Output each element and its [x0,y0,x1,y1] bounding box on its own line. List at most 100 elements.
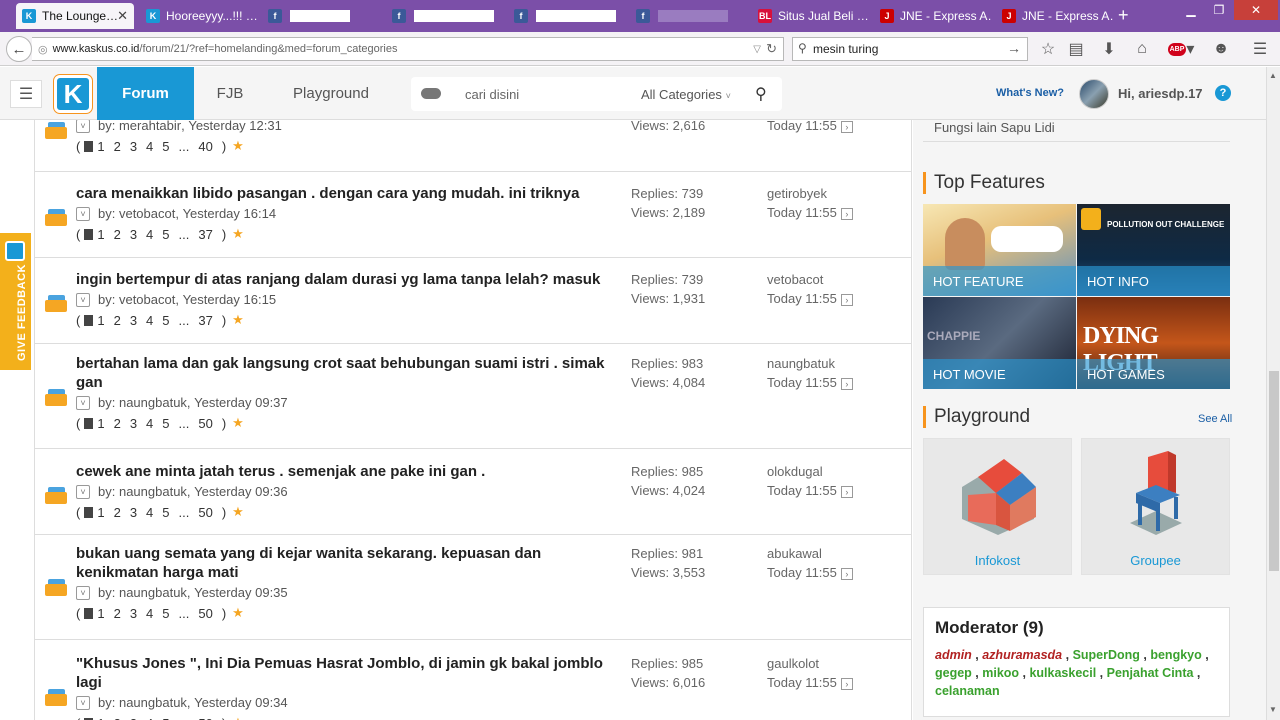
page-link[interactable]: 2 [114,313,121,328]
table-row[interactable]: "Khusus Jones ", Ini Dia Pemuas Hasrat J… [35,640,911,720]
page-link[interactable]: 50 [198,606,212,621]
last-poster[interactable]: abukawal [767,544,853,563]
table-row[interactable]: bertahan lama dan gak langsung crot saat… [35,344,911,449]
nav-playground[interactable]: Playground [266,67,396,120]
page-link[interactable]: 4 [146,313,153,328]
kaskus-logo[interactable]: K [54,75,92,113]
expand-checkbox-icon[interactable]: ˅ [76,585,90,600]
page-link[interactable]: 5 [162,139,169,154]
chat-icon[interactable]: ☻ [1210,38,1232,60]
moderator-link[interactable]: bengkyo [1150,648,1201,662]
page-link[interactable]: 5 [162,227,169,242]
bookmark-star-icon[interactable]: ☆ [1037,38,1059,60]
tab-hooreeyyy[interactable]: K Hooreeyyy...!!! … [140,3,258,29]
home-icon[interactable]: ⌂ [1131,38,1153,60]
scrollbar-thumb[interactable] [1269,371,1279,571]
page-link[interactable]: 1 [97,313,104,328]
page-link[interactable]: 1 [97,716,104,720]
close-window-icon[interactable]: ✕ [1234,0,1278,20]
page-link[interactable]: 40 [198,139,212,154]
tab-the-lounge[interactable]: K The Lounge… ✕ [16,3,134,29]
menu-icon[interactable]: ☰ [1249,38,1271,60]
page-link[interactable]: 1 [97,505,104,520]
page-link[interactable]: 3 [130,139,137,154]
page-link[interactable]: 50 [198,416,212,431]
page-link[interactable]: 2 [114,716,121,720]
hot-info-tile[interactable]: POLLUTION OUT CHALLENGE HOT INFO [1077,204,1230,296]
groupee-card[interactable]: Groupee [1081,438,1230,575]
go-to-last-post-icon[interactable]: › [840,208,853,220]
back-button[interactable]: ← [6,36,32,62]
url-bar[interactable]: ◎ www.kaskus.co.id /forum/21/?ref=homela… [32,37,784,61]
page-link[interactable]: 4 [146,505,153,520]
tab-facebook-2[interactable]: f [386,3,504,29]
page-link[interactable]: 1 [97,606,104,621]
tab-bukalapak[interactable]: BL Situs Jual Beli … [752,3,870,29]
nav-fjb[interactable]: FJB [194,67,266,120]
sidebar-link[interactable]: Fungsi lain Sapu Lidi [934,120,1055,135]
page-link[interactable]: 50 [198,716,212,720]
page-link[interactable]: 2 [114,505,121,520]
page-link[interactable]: 3 [130,606,137,621]
page-link[interactable]: 37 [198,227,212,242]
page-link[interactable]: 3 [130,227,137,242]
page-scrollbar[interactable]: ▲ ▼ [1266,67,1280,720]
page-link[interactable]: 2 [114,606,121,621]
expand-checkbox-icon[interactable]: ˅ [76,484,90,499]
scroll-down-icon[interactable]: ▼ [1269,705,1277,714]
hamburger-menu-button[interactable]: ☰ [10,80,42,108]
whats-new-link[interactable]: What's New? [996,87,1064,99]
page-link[interactable]: 1 [97,139,104,154]
last-poster[interactable]: getirobyek [767,184,853,203]
tab-jne-1[interactable]: J JNE - Express A… [874,3,992,29]
moderator-link[interactable]: gegep [935,666,972,680]
infokost-card[interactable]: Infokost [923,438,1072,575]
go-to-last-post-icon[interactable]: › [840,121,853,133]
go-to-last-post-icon[interactable]: › [840,678,853,690]
page-link[interactable]: 5 [162,416,169,431]
avatar[interactable] [1079,79,1109,109]
user-greeting[interactable]: Hi, ariesdp.17 [1118,86,1203,101]
author-link[interactable]: merahtabir [119,120,181,133]
expand-checkbox-icon[interactable]: ˅ [76,120,90,133]
search-icon[interactable]: ⚲ [755,84,767,104]
give-feedback-tab[interactable]: GIVE FEEDBACK [0,233,31,370]
page-link[interactable]: 4 [146,227,153,242]
author-link[interactable]: naungbatuk [119,695,187,710]
thread-title[interactable]: ingin bertempur di atas ranjang dalam du… [76,270,616,289]
table-row[interactable]: ˅ by: merahtabir, Yesterday 12:31 (1 2 3 4 5… [35,120,911,172]
expand-checkbox-icon[interactable]: ˅ [76,206,90,221]
go-to-last-post-icon[interactable]: › [840,568,853,580]
page-link[interactable]: 2 [114,227,121,242]
last-poster[interactable]: naungbatuk [767,354,853,373]
page-link[interactable]: 4 [146,139,153,154]
moderator-link[interactable]: kulkaskecil [1029,666,1096,680]
page-link[interactable]: 3 [130,716,137,720]
page-link[interactable]: 2 [114,139,121,154]
tab-facebook-4[interactable]: f [630,3,748,29]
category-select[interactable]: All Categories ˅ [641,87,731,102]
moderator-link[interactable]: Penjahat Cinta [1107,666,1194,680]
page-link[interactable]: 50 [198,505,212,520]
nav-forum[interactable]: Forum [97,67,194,120]
expand-checkbox-icon[interactable]: ˅ [76,695,90,710]
page-link[interactable]: 37 [198,313,212,328]
author-link[interactable]: vetobacot [119,292,175,307]
close-tab-icon[interactable]: ✕ [117,8,128,24]
last-poster[interactable]: olokdugal [767,462,853,481]
author-link[interactable]: naungbatuk [119,585,187,600]
page-link[interactable]: 5 [162,606,169,621]
restore-icon[interactable]: ❐ [1206,0,1232,20]
page-link[interactable]: 2 [114,416,121,431]
page-link[interactable]: 1 [97,227,104,242]
history-dropdown-icon[interactable]: ▽ [753,44,761,55]
go-to-last-post-icon[interactable]: › [840,486,853,498]
thread-title[interactable]: "Khusus Jones ", Ini Dia Pemuas Hasrat J… [76,654,616,692]
table-row[interactable]: cara menaikkan libido pasangan . dengan … [35,172,911,258]
hot-movie-tile[interactable]: CHAPPIE HOT MOVIE [923,297,1076,389]
moderator-link[interactable]: SuperDong [1073,648,1140,662]
author-link[interactable]: naungbatuk [119,484,187,499]
table-row[interactable]: bukan uang semata yang di kejar wanita s… [35,535,911,640]
page-link[interactable]: 3 [130,416,137,431]
adblock-icon[interactable]: ABP ▾ [1166,38,1196,60]
